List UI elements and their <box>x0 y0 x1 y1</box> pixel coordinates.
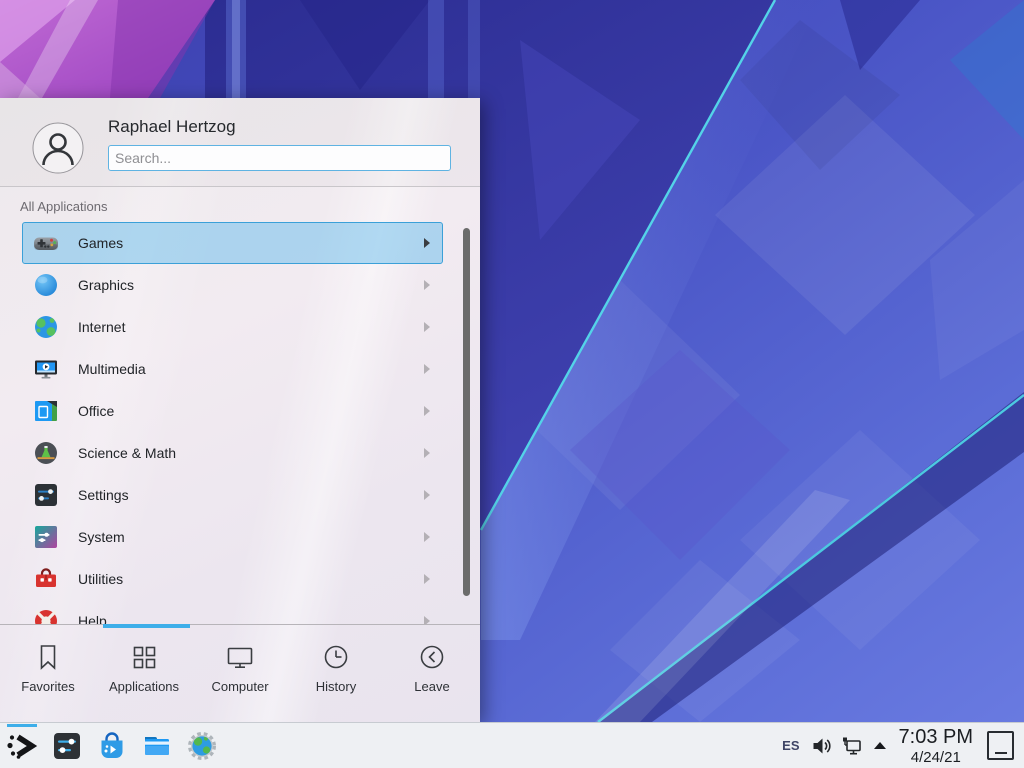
file-manager-button[interactable] <box>140 729 174 763</box>
launcher-tab-bar: Favorites Applications Computer <box>0 628 480 722</box>
category-label: Office <box>78 403 114 419</box>
category-label: System <box>78 529 125 545</box>
submenu-arrow-icon <box>424 490 430 500</box>
category-label: Settings <box>78 487 129 503</box>
category-help[interactable]: Help <box>22 600 443 624</box>
settings-icon <box>32 481 60 509</box>
office-icon <box>32 397 60 425</box>
tab-label: History <box>316 679 356 694</box>
network-icon[interactable] <box>841 735 863 757</box>
digital-clock[interactable]: 7:03 PM 4/24/21 <box>899 727 973 765</box>
user-name: Raphael Hertzog <box>108 117 236 137</box>
category-label: Multimedia <box>78 361 146 377</box>
category-games[interactable]: Games <box>22 222 443 264</box>
tab-label: Applications <box>109 679 179 694</box>
category-label: Utilities <box>78 571 123 587</box>
tab-label: Leave <box>414 679 449 694</box>
internet-icon <box>32 313 60 341</box>
category-internet[interactable]: Internet <box>22 306 443 348</box>
submenu-arrow-icon <box>424 280 430 290</box>
category-office[interactable]: Office <box>22 390 443 432</box>
submenu-arrow-icon <box>424 616 430 624</box>
category-label: Games <box>78 235 123 251</box>
help-icon <box>32 607 60 624</box>
leave-icon <box>418 643 446 671</box>
system-tray: ES 7:03 PM 4/24/21 <box>782 723 1014 768</box>
category-label: Graphics <box>78 277 134 293</box>
applications-icon <box>130 643 158 671</box>
desktop: Raphael Hertzog All Applications <box>0 0 1024 768</box>
history-icon <box>322 643 350 671</box>
tab-label: Favorites <box>21 679 74 694</box>
graphics-icon <box>32 271 60 299</box>
tab-leave[interactable]: Leave <box>384 628 480 722</box>
submenu-arrow-icon <box>424 406 430 416</box>
computer-icon <box>226 643 254 671</box>
science-icon <box>32 439 60 467</box>
system-icon <box>32 523 60 551</box>
submenu-arrow-icon <box>424 448 430 458</box>
application-launcher-menu: Raphael Hertzog All Applications <box>0 98 480 722</box>
clock-time: 7:03 PM <box>899 727 973 747</box>
category-label: Internet <box>78 319 125 335</box>
list-scrollbar[interactable] <box>463 228 470 596</box>
category-settings[interactable]: Settings <box>22 474 443 516</box>
submenu-arrow-icon <box>424 364 430 374</box>
games-icon <box>32 229 60 257</box>
favorites-icon <box>34 643 62 671</box>
submenu-arrow-icon <box>424 238 430 248</box>
category-science-math[interactable]: Science & Math <box>22 432 443 474</box>
tab-history[interactable]: History <box>288 628 384 722</box>
tab-applications[interactable]: Applications <box>96 628 192 722</box>
launcher-header: Raphael Hertzog <box>0 98 480 187</box>
submenu-arrow-icon <box>424 322 430 332</box>
utilities-icon <box>32 565 60 593</box>
system-settings-button[interactable] <box>50 729 84 763</box>
taskbar-panel: ES 7:03 PM 4/24/21 <box>0 722 1024 768</box>
app-launcher-button[interactable] <box>5 729 39 763</box>
footer-divider <box>0 624 480 625</box>
tab-computer[interactable]: Computer <box>192 628 288 722</box>
keyboard-layout-indicator[interactable]: ES <box>782 738 799 753</box>
category-label: Help <box>78 613 107 624</box>
show-desktop-button[interactable] <box>987 731 1014 760</box>
category-list: Games Graphics <box>0 222 480 624</box>
discover-button[interactable] <box>95 729 129 763</box>
panel-launchers <box>5 723 219 768</box>
category-multimedia[interactable]: Multimedia <box>22 348 443 390</box>
multimedia-icon <box>32 355 60 383</box>
submenu-arrow-icon <box>424 532 430 542</box>
tab-favorites[interactable]: Favorites <box>0 628 96 722</box>
category-utilities[interactable]: Utilities <box>22 558 443 600</box>
section-label: All Applications <box>20 199 107 214</box>
category-system[interactable]: System <box>22 516 443 558</box>
category-graphics[interactable]: Graphics <box>22 264 443 306</box>
volume-icon[interactable] <box>811 735 833 757</box>
tray-expander-icon[interactable] <box>874 742 886 749</box>
tab-label: Computer <box>211 679 268 694</box>
submenu-arrow-icon <box>424 574 430 584</box>
category-label: Science & Math <box>78 445 176 461</box>
search-input[interactable] <box>108 145 451 171</box>
clock-date: 4/24/21 <box>899 750 973 765</box>
user-avatar <box>32 122 84 174</box>
web-browser-button[interactable] <box>185 729 219 763</box>
